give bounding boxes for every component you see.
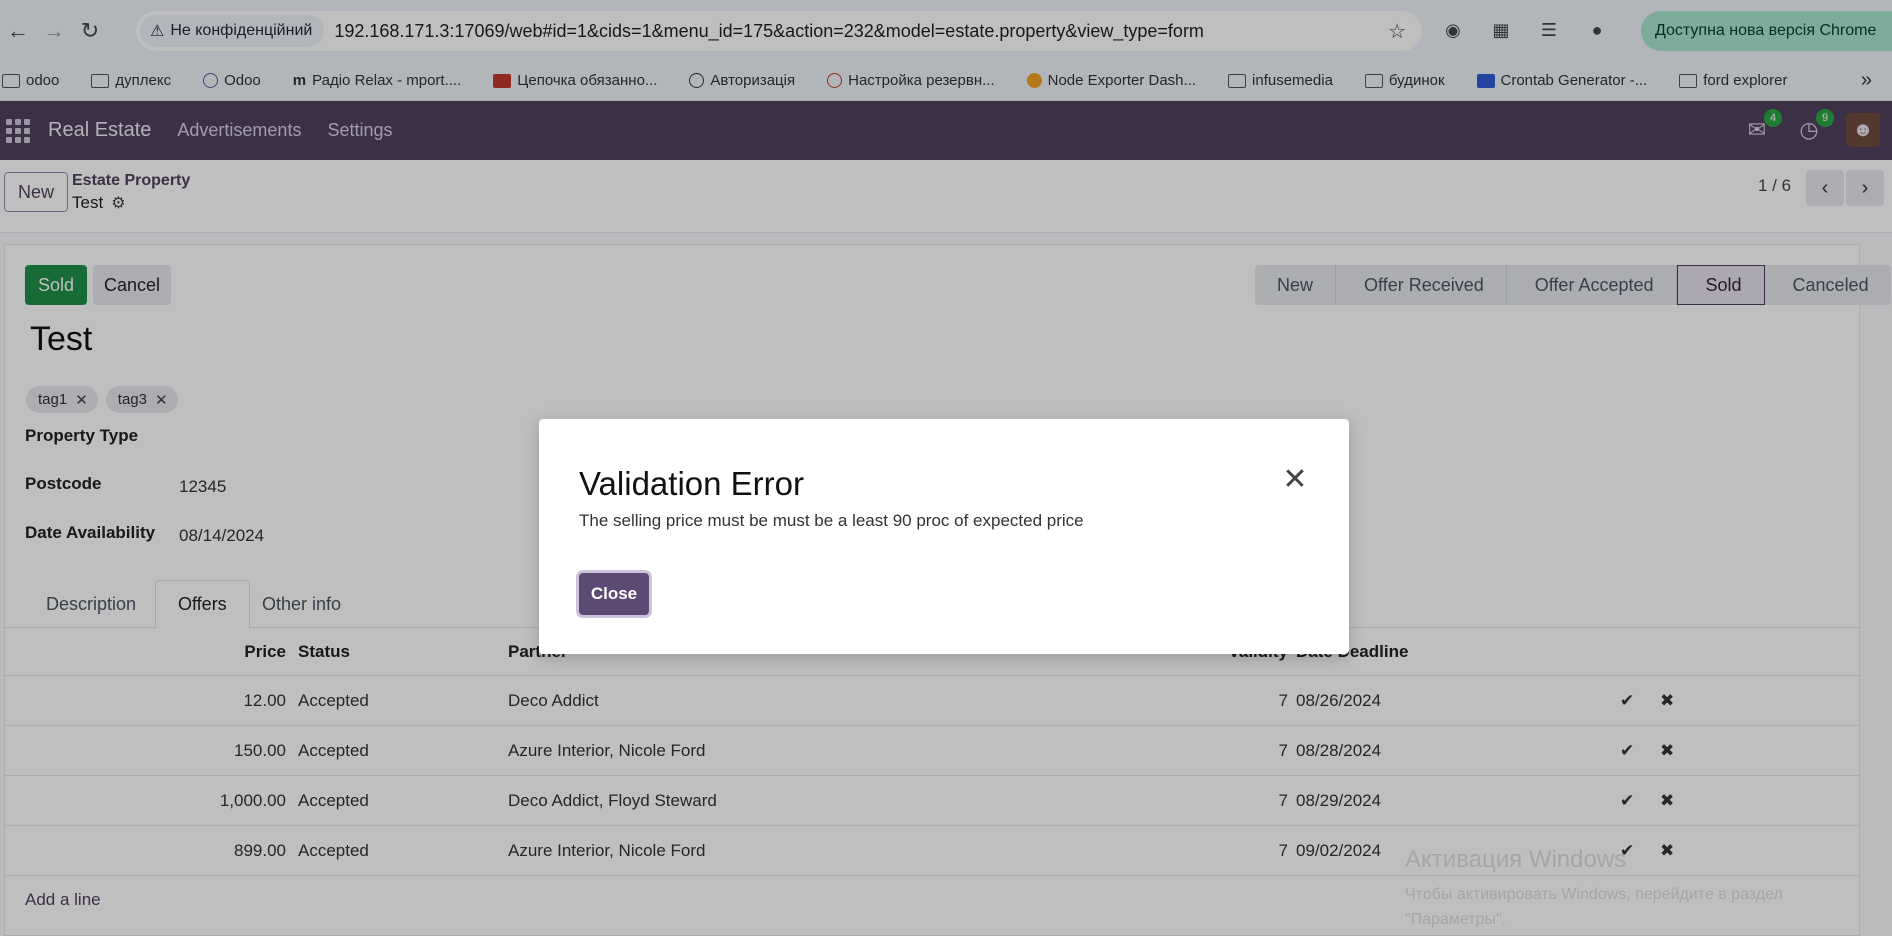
validation-error-dialog: Validation Error ✕ The selling price mus… xyxy=(539,419,1349,654)
windows-activation-watermark: Активация Windows Чтобы активировать Win… xyxy=(1405,846,1783,932)
close-icon[interactable]: ✕ xyxy=(1282,465,1308,495)
watermark-title: Активация Windows xyxy=(1405,846,1627,873)
watermark-text-2: "Параметры". xyxy=(1405,911,1507,928)
close-button[interactable]: Close xyxy=(579,573,649,615)
dialog-title: Validation Error xyxy=(579,465,804,502)
watermark-text: Чтобы активировать Windows, перейдите в … xyxy=(1405,886,1783,903)
dialog-message: The selling price must be must be a leas… xyxy=(579,511,1084,530)
